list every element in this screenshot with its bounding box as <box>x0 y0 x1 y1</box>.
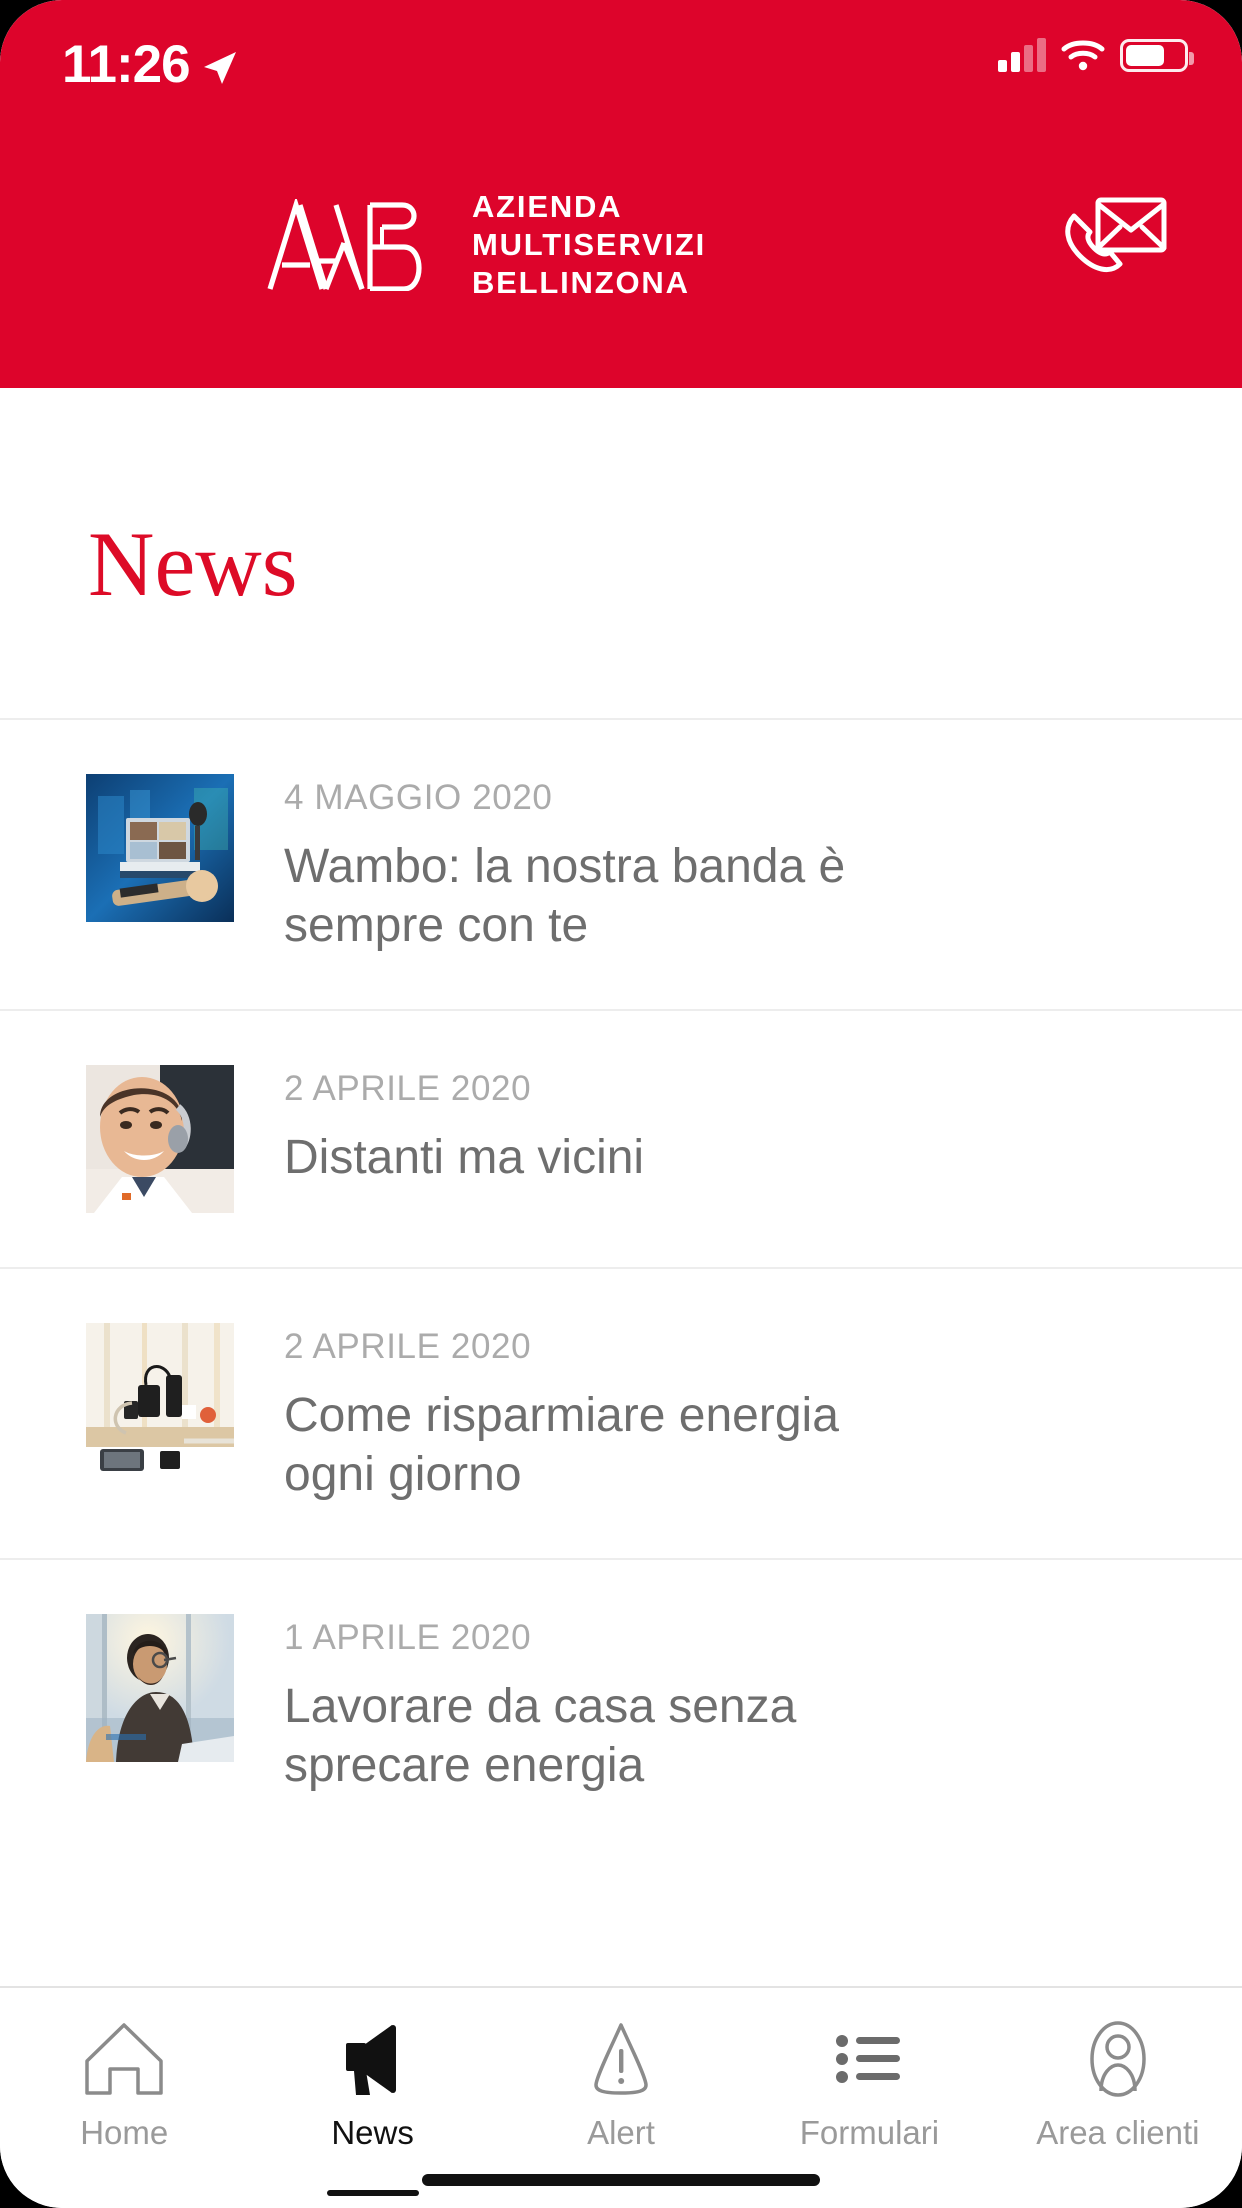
news-date: 2 APRILE 2020 <box>284 1327 532 1367</box>
news-title: Distanti ma vicini <box>284 1131 645 1185</box>
news-meta: 2 APRILE 2020 Come risparmiare energia o… <box>284 1323 904 1504</box>
thumb-home-music-studio <box>86 774 234 922</box>
bulleted-list-icon <box>826 2016 912 2102</box>
status-bar: 11:26 <box>0 0 1242 120</box>
amb-logo[interactable]: AZIENDA MULTISERVIZI BELLINZONA <box>264 188 706 301</box>
tab-label: News <box>331 2114 414 2151</box>
news-list: 4 MAGGIO 2020 Wambo: la nostra banda è s… <box>0 718 1242 1849</box>
news-title: Lavorare da casa senza sprecare energia <box>284 1680 797 1792</box>
news-date: 4 MAGGIO 2020 <box>284 778 553 817</box>
news-meta: 2 APRILE 2020 Distanti ma vicini <box>284 1065 644 1188</box>
battery-icon <box>1120 38 1194 72</box>
tab-label: Area clienti <box>1036 2114 1200 2151</box>
app-screen: 11:26 AZIENDA MULTISERVIZI BELLINZONA Ne… <box>0 0 1242 2208</box>
thumb-man-at-laptop <box>86 1614 234 1763</box>
tab-area-clienti[interactable]: Area clienti <box>994 1988 1242 2208</box>
brand-bar: AZIENDA MULTISERVIZI BELLINZONA <box>0 180 1242 300</box>
brand-line-3: BELLINZONA <box>472 264 690 300</box>
list-item[interactable]: 2 APRILE 2020 Distanti ma vicini <box>0 1009 1242 1267</box>
status-time: 11:26 <box>62 35 191 94</box>
status-indicators <box>998 38 1194 72</box>
megaphone-icon <box>330 2016 416 2102</box>
thumb-call-center-agent <box>86 1065 234 1214</box>
tab-label: Home <box>80 2114 169 2151</box>
tab-label: Alert <box>587 2114 655 2151</box>
news-title: Come risparmiare energia ogni giorno <box>284 1389 839 1501</box>
list-item[interactable]: 4 MAGGIO 2020 Wambo: la nostra banda è s… <box>0 718 1242 1009</box>
news-date: 2 APRILE 2020 <box>284 1069 532 1109</box>
news-meta: 4 MAGGIO 2020 Wambo: la nostra banda è s… <box>284 774 904 955</box>
tab-label: Formulari <box>799 2114 940 2151</box>
news-date: 1 APRILE 2020 <box>284 1618 532 1658</box>
contact-button[interactable] <box>1060 194 1170 286</box>
wifi-icon <box>1061 40 1105 71</box>
phone-envelope-contact-icon <box>1065 197 1167 273</box>
tab-home[interactable]: Home <box>0 1988 248 2208</box>
list-item[interactable]: 2 APRILE 2020 Come risparmiare energia o… <box>0 1267 1242 1558</box>
home-icon <box>81 2016 167 2102</box>
app-header: 11:26 AZIENDA MULTISERVIZI BELLINZONA <box>0 0 1242 388</box>
home-indicator[interactable] <box>422 2174 820 2186</box>
brand-line-2: MULTISERVIZI <box>472 226 707 262</box>
brand-line-1: AZIENDA <box>472 189 623 224</box>
amb-logo-mark <box>267 198 422 291</box>
page-title: News <box>88 513 298 615</box>
news-title: Wambo: la nostra banda è sempre con te <box>284 840 846 952</box>
cellular-signal-icon <box>998 38 1046 72</box>
warning-triangle-icon <box>578 2016 664 2102</box>
person-icon <box>1075 2016 1161 2102</box>
bottom-tab-bar: Home News Alert Formulari Area clienti <box>0 1986 1242 2208</box>
news-meta: 1 APRILE 2020 Lavorare da casa senza spr… <box>284 1614 904 1795</box>
thumb-chargers-on-desk <box>86 1323 234 1472</box>
list-item[interactable]: 1 APRILE 2020 Lavorare da casa senza spr… <box>0 1558 1242 1849</box>
brand-text: AZIENDA MULTISERVIZI BELLINZONA <box>472 188 706 301</box>
